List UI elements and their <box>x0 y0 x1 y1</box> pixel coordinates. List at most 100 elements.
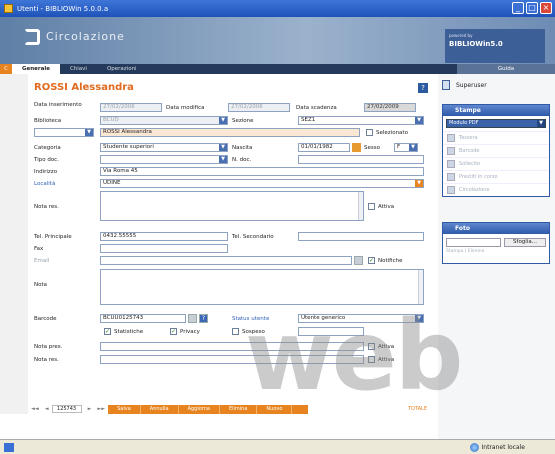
sospeso-field[interactable] <box>298 327 364 336</box>
nota-res2-field[interactable] <box>100 355 364 364</box>
side-panel: Superuser Stampe Modulo PDF ▼ Tessera Bar… <box>438 74 555 439</box>
notifiche-label: Notifiche <box>378 258 403 264</box>
sospeso-checkbox[interactable] <box>232 328 239 335</box>
biblioteca-label: Biblioteca <box>34 118 62 124</box>
brand-name: BIBLIOWin5.0 <box>449 40 503 48</box>
sesso-label: Sesso <box>364 145 380 151</box>
barcode-generate-icon[interactable] <box>188 314 197 323</box>
print-icon <box>447 173 455 181</box>
tipo-doc-select[interactable]: ▼ <box>100 155 228 164</box>
barcode-field[interactable]: BCUU0125743 <box>100 314 186 323</box>
chevron-down-icon: ▼ <box>415 180 423 187</box>
stampa-prestiti-label: Prestiti in corso <box>459 174 498 180</box>
elimina-button[interactable]: Elimina <box>220 404 258 414</box>
annulla-button[interactable]: Annulla <box>141 404 179 414</box>
n-doc-field[interactable] <box>298 155 424 164</box>
nuovo-button[interactable]: Nuovo <box>257 404 293 414</box>
nav-prev-button[interactable]: ◄ <box>45 406 49 412</box>
print-icon <box>447 134 455 142</box>
data-scadenza-label: Data scadenza <box>296 105 337 111</box>
tab-operazioni[interactable]: Operazioni <box>97 64 147 74</box>
scrollbar[interactable] <box>418 270 423 304</box>
stampa-prestiti[interactable]: Prestiti in corso <box>443 170 549 183</box>
help-icon[interactable]: ? <box>418 83 428 93</box>
n-doc-label: N. doc. <box>232 157 252 163</box>
stampa-barcode-label: Barcode <box>459 148 480 154</box>
sfoglia-button[interactable]: Sfoglia... <box>504 238 546 247</box>
fax-field[interactable] <box>100 244 228 253</box>
salva-button[interactable]: Salva <box>108 404 141 414</box>
nascita-field[interactable]: 01/01/1982 <box>298 143 350 152</box>
chevron-down-icon: ▼ <box>409 144 417 151</box>
circolazione-logo-icon <box>24 29 40 45</box>
nota-pres-label: Nota pres. <box>34 344 63 350</box>
tel-secondario-field[interactable] <box>298 232 424 241</box>
nav-next-button[interactable]: ► <box>88 406 92 412</box>
data-scadenza-field[interactable]: 27/02/2009 <box>364 103 416 112</box>
statistiche-checkbox[interactable]: ✓ <box>104 328 111 335</box>
tab-marker: C <box>0 64 12 74</box>
aggiorna-button[interactable]: Aggiorna <box>179 404 220 414</box>
localita-select[interactable]: UDINE ▼ <box>100 179 424 188</box>
stampa-sollecito[interactable]: Sollecito <box>443 157 549 170</box>
action-bar: Salva Annulla Aggiorna Elimina Nuovo <box>108 404 309 414</box>
nota-textarea[interactable] <box>100 269 424 305</box>
chevron-down-icon: ▼ <box>219 156 227 163</box>
nota-res2-attiva-checkbox[interactable] <box>368 356 375 363</box>
barcode-help-icon[interactable]: ? <box>199 314 208 323</box>
nota-res-attiva-label: Attiva <box>378 204 395 210</box>
nota-res-textarea[interactable] <box>100 191 364 221</box>
stampa-circolazione-label: Circolazione <box>459 187 490 193</box>
titolo-select[interactable]: ▼ <box>34 128 94 137</box>
scrollbar[interactable] <box>358 192 363 220</box>
nav-last-button[interactable]: ►► <box>97 406 105 412</box>
nota-res-attiva-checkbox[interactable] <box>368 203 375 210</box>
user-form: ROSSI Alessandra ? Data inserimento 27/0… <box>28 74 433 414</box>
close-icon[interactable]: × <box>540 2 552 14</box>
foto-links[interactable]: Stampa | Elimina <box>443 249 549 254</box>
stampa-circolazione[interactable]: Circolazione <box>443 183 549 196</box>
globe-icon <box>469 442 479 452</box>
chevron-down-icon: ▼ <box>415 117 423 124</box>
categoria-value: Studente superiori <box>103 144 154 150</box>
nav-first-button[interactable]: ◄◄ <box>31 406 39 412</box>
email-action-icon[interactable] <box>354 256 363 265</box>
minimize-icon[interactable]: _ <box>512 2 524 14</box>
privacy-checkbox[interactable]: ✓ <box>170 328 177 335</box>
foto-path-field[interactable] <box>446 238 501 247</box>
email-field[interactable] <box>100 256 352 265</box>
superuser-item[interactable]: Superuser <box>442 80 487 90</box>
total-label: TOTALE <box>407 406 427 412</box>
foto-panel: Foto Sfoglia... Stampa | Elimina <box>442 222 550 264</box>
nota-res-label: Nota res. <box>34 204 59 210</box>
notifiche-checkbox[interactable]: ✓ <box>368 257 375 264</box>
calendar-icon[interactable] <box>352 143 361 152</box>
nota-pres-field[interactable] <box>100 342 364 351</box>
stampa-tessera[interactable]: Tessera <box>443 131 549 144</box>
statistiche-label: Statistiche <box>114 329 144 335</box>
biblioteca-select[interactable]: BCUD ▼ <box>100 116 228 125</box>
biblioteca-value: BCUD <box>103 117 119 123</box>
data-inserimento-field[interactable]: 27/02/2006 <box>100 103 162 112</box>
nota-pres-attiva-checkbox[interactable] <box>368 343 375 350</box>
data-modifica-field[interactable]: 27/02/2006 <box>228 103 290 112</box>
foto-title: Foto <box>443 223 549 234</box>
stampe-select[interactable]: Modulo PDF ▼ <box>446 119 546 128</box>
sospeso-label: Sospeso <box>242 329 265 335</box>
nome-completo-field[interactable]: ROSSI Alessandra <box>100 128 360 137</box>
tipo-doc-label: Tipo doc. <box>34 157 59 163</box>
guida-button[interactable]: Guida <box>457 64 555 74</box>
indirizzo-field[interactable]: Via Roma 45 <box>100 167 424 176</box>
sezione-select[interactable]: SEZ1 ▼ <box>298 116 424 125</box>
chevron-down-icon: ▼ <box>415 315 423 322</box>
tab-generale[interactable]: Generale <box>12 64 60 74</box>
tab-chiavi[interactable]: Chiavi <box>60 64 97 74</box>
stampa-barcode[interactable]: Barcode <box>443 144 549 157</box>
maximize-icon[interactable]: □ <box>526 2 538 14</box>
status-utente-select[interactable]: Utente generico ▼ <box>298 314 424 323</box>
sesso-select[interactable]: F ▼ <box>394 143 418 152</box>
brand-logo: powered by BIBLIOWin5.0 <box>445 29 545 63</box>
tel-principale-field[interactable]: 0432.55555 <box>100 232 228 241</box>
categoria-select[interactable]: Studente superiori ▼ <box>100 143 228 152</box>
selezionato-checkbox[interactable] <box>366 129 373 136</box>
